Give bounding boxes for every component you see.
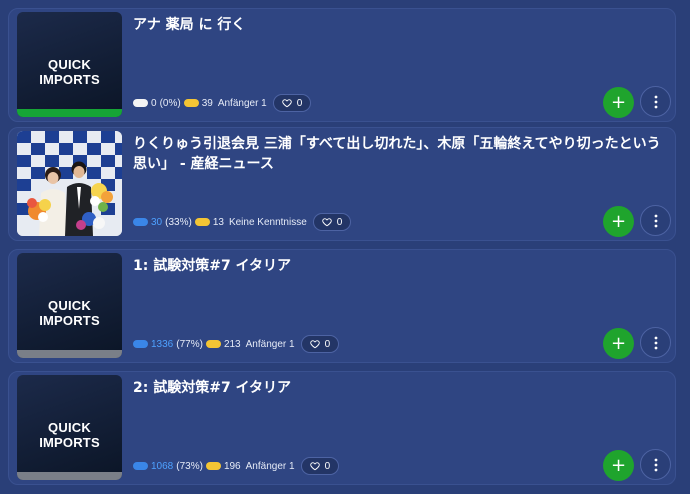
like-count: 0 [324,460,331,472]
lesson-title[interactable]: アナ 薬局 に 行く [133,15,669,35]
lesson-level: Anfänger 1 [245,338,295,350]
known-percent: (77%) [176,338,203,350]
learning-count: 39 [201,97,213,109]
lesson-stats: 0 (0%) 39 Anfänger 1 0 [133,93,312,113]
like-count: 0 [324,338,331,350]
plus-icon: + [610,332,627,354]
known-count: 1068 [151,460,174,472]
like-button[interactable]: 0 [300,335,340,353]
more-options-button[interactable] [640,86,671,117]
known-percent: (73%) [176,460,203,472]
learning-words-pill [205,340,221,348]
lesson-card[interactable]: QUICK IMPORTS アナ 薬局 に 行く 0 (0%) 39 Anfän… [8,8,676,122]
lesson-title[interactable]: 1: 試験対策#7 イタリア [133,256,669,276]
progress-bar [17,472,122,480]
learning-count: 213 [223,338,241,350]
more-options-button[interactable] [640,327,671,358]
more-options-button[interactable] [640,205,671,236]
add-lesson-button[interactable]: + [603,450,634,481]
learning-count: 13 [212,216,224,228]
progress-bar [17,109,122,117]
press-conference-photo [17,131,122,236]
heart-icon [282,99,292,108]
more-vertical-icon [654,336,657,349]
lesson-stats: 30 (33%) 13 Keine Kenntnisse 0 [133,212,352,232]
known-count: 1336 [151,338,174,350]
more-vertical-icon [654,95,657,108]
lesson-thumbnail[interactable] [17,131,122,236]
add-lesson-button[interactable]: + [603,87,634,118]
known-count: 0 [151,97,157,109]
lesson-card[interactable]: りくりゅう引退会見 三浦「すべて出し切れた」、木原「五輪終えてやり切ったという思… [8,127,676,241]
known-count: 30 [151,216,163,228]
lesson-stats: 1068 (73%) 196 Anfänger 1 0 [133,456,340,476]
add-lesson-button[interactable]: + [603,206,634,237]
progress-bar [17,350,122,358]
heart-icon [309,340,320,349]
lesson-title[interactable]: りくりゅう引退会見 三浦「すべて出し切れた」、木原「五輪終えてやり切ったという思… [133,134,669,174]
learning-count: 196 [223,460,241,472]
more-vertical-icon [654,458,657,471]
known-words-pill [133,340,148,348]
lesson-level: Keine Kenntnisse [228,216,307,228]
thumbnail-label: QUICK IMPORTS [39,420,100,450]
thumbnail-label: QUICK IMPORTS [39,57,100,87]
lesson-thumbnail[interactable]: QUICK IMPORTS [17,375,122,480]
like-button[interactable]: 0 [312,213,352,231]
known-words-pill [133,99,148,107]
thumbnail-label: QUICK IMPORTS [39,298,100,328]
lesson-title[interactable]: 2: 試験対策#7 イタリア [133,378,669,398]
known-words-pill [133,218,148,226]
like-count: 0 [296,97,303,109]
plus-icon: + [610,454,627,476]
heart-icon [309,462,320,471]
known-words-pill [133,462,148,470]
more-vertical-icon [654,214,657,227]
known-percent: (33%) [165,216,192,228]
more-options-button[interactable] [640,449,671,480]
learning-words-pill [194,218,210,226]
learning-words-pill [205,462,221,470]
plus-icon: + [610,91,627,113]
plus-icon: + [610,210,627,232]
lesson-level: Anfänger 1 [245,460,295,472]
learning-words-pill [183,99,199,107]
lesson-stats: 1336 (77%) 213 Anfänger 1 0 [133,334,340,354]
like-button[interactable]: 0 [272,94,312,112]
like-count: 0 [336,216,343,228]
like-button[interactable]: 0 [300,457,340,475]
lesson-thumbnail[interactable]: QUICK IMPORTS [17,253,122,358]
lesson-level: Anfänger 1 [217,97,267,109]
heart-icon [322,218,332,227]
known-percent: (0%) [159,97,181,109]
lesson-thumbnail[interactable]: QUICK IMPORTS [17,12,122,117]
add-lesson-button[interactable]: + [603,328,634,359]
lesson-card[interactable]: QUICK IMPORTS 1: 試験対策#7 イタリア 1336 (77%) … [8,249,676,363]
lesson-card[interactable]: QUICK IMPORTS 2: 試験対策#7 イタリア 1068 (73%) … [8,371,676,485]
